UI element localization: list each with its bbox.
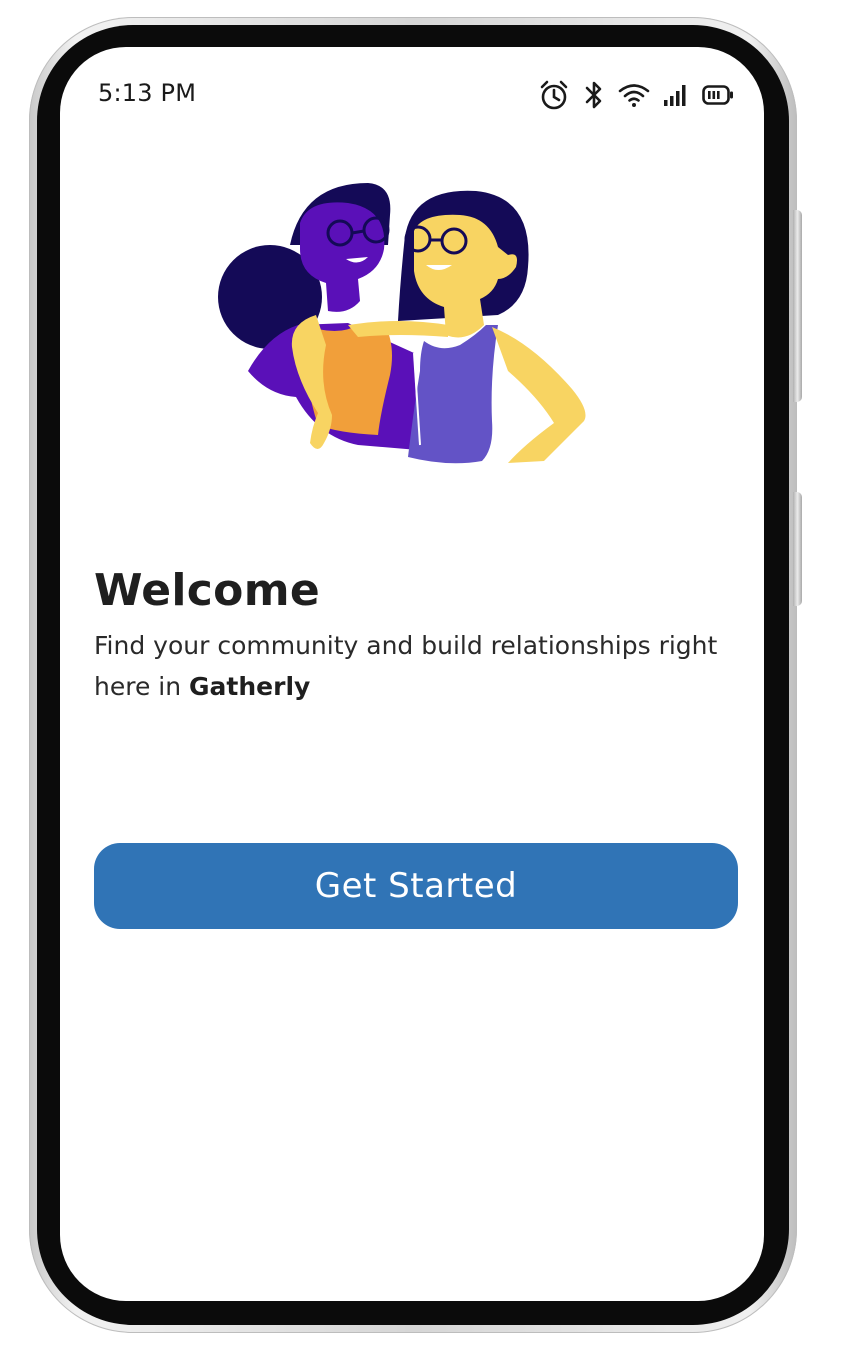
volume-button [793,210,802,402]
device-mockup: 5:13 PM Welcome Find your community and … [0,0,848,1366]
power-button [793,492,802,606]
battery-icon [702,84,734,106]
alarm-icon [538,79,570,111]
signal-icon [663,83,689,107]
bluetooth-icon [583,80,605,110]
get-started-button[interactable]: Get Started [94,843,738,929]
subtitle-text: Find your community and build relationsh… [94,631,718,701]
app-screen: 5:13 PM Welcome Find your community and … [60,47,764,1301]
brand-name: Gatherly [189,672,311,701]
two-friends-illustration [208,175,618,475]
status-time: 5:13 PM [98,79,197,107]
welcome-title: Welcome [94,565,320,616]
wifi-icon [618,82,650,108]
status-icons [538,75,734,115]
welcome-subtitle: Find your community and build relationsh… [94,625,734,707]
